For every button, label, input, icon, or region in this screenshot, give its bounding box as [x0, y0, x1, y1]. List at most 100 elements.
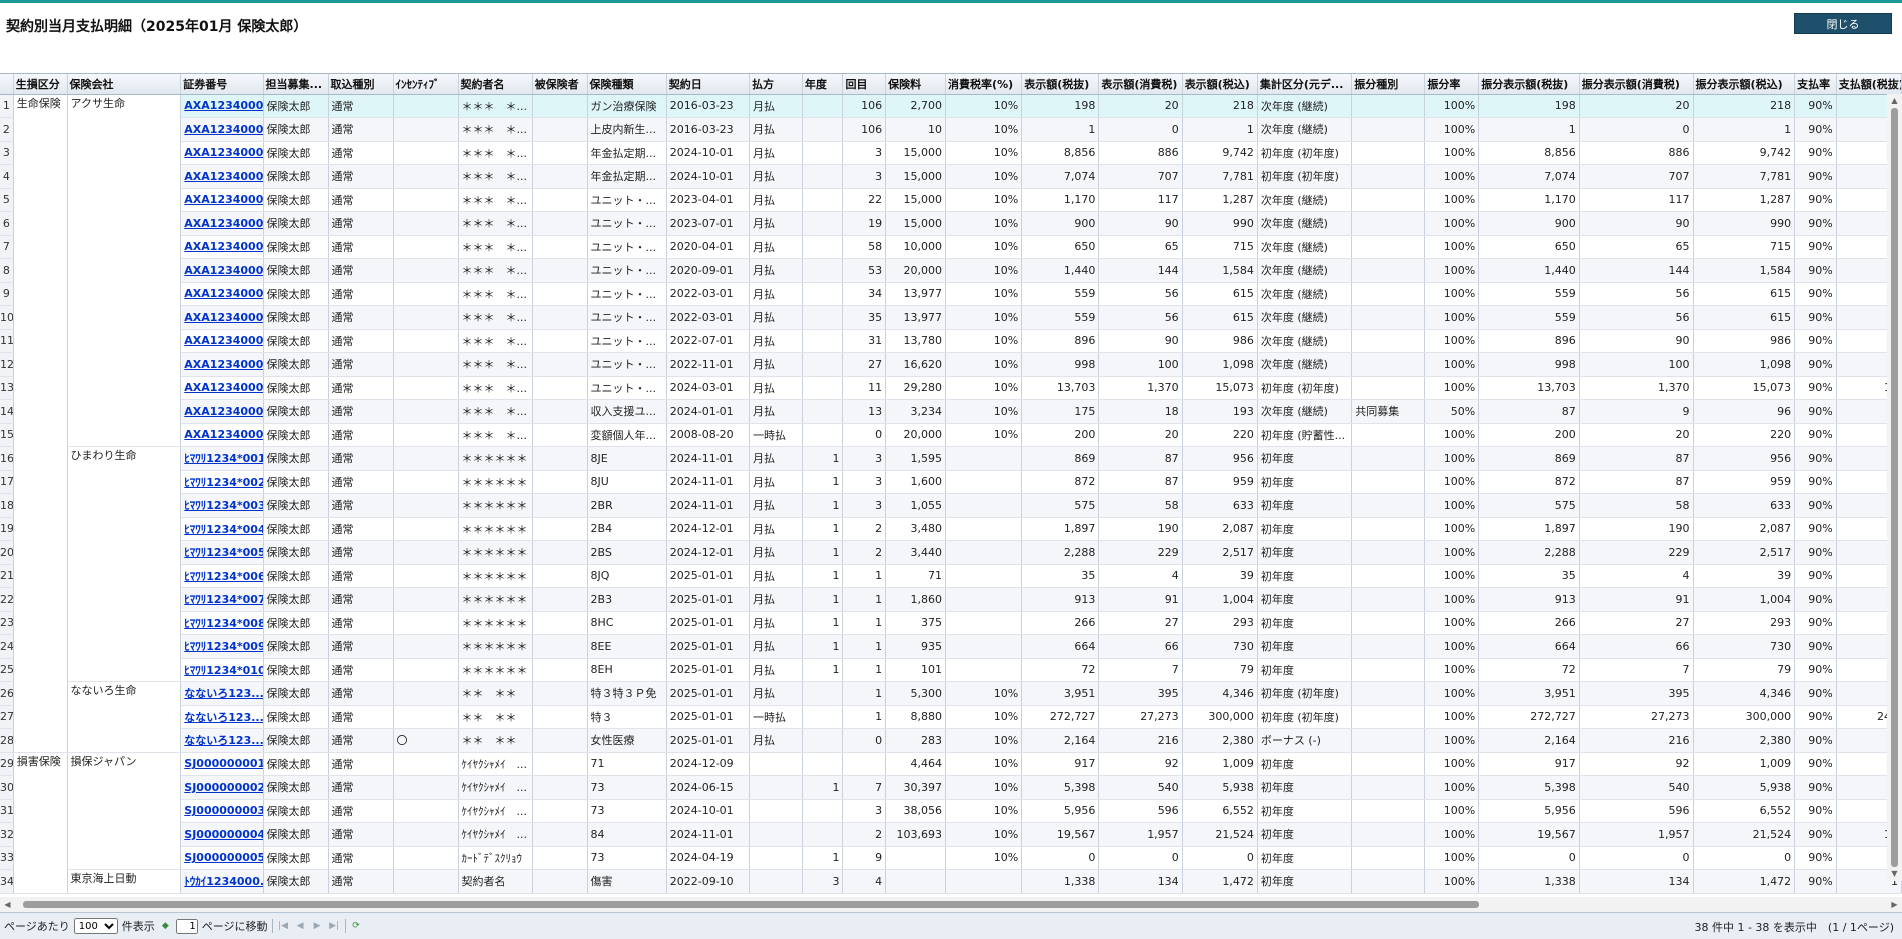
table-row[interactable]: 11 AXA123400011保険太郎通常 ＊＊＊ ＊... ユニット・...2022…	[0, 329, 1902, 353]
table-row[interactable]: 32 SJ000000004 保険太郎 通常 ｹｲﾔｸｼｬﾒｲ ... 84 2024-11…	[0, 822, 1902, 847]
column-header[interactable]: 保険料	[885, 74, 947, 95]
table-row[interactable]: 3 AXA123400003保険太郎通常 ＊＊＊ ＊... 年金払定期...2024-…	[0, 141, 1902, 165]
column-header[interactable]: 被保険者	[532, 74, 588, 95]
column-header[interactable]: 回目	[842, 74, 887, 95]
column-header[interactable]: 支払率	[1794, 74, 1837, 95]
policy-number-link[interactable]: SJ000000005	[184, 851, 262, 864]
table-row[interactable]: 2 AXA123400002保険太郎通常 ＊＊＊ ＊... 上皮内新生...2016-…	[0, 117, 1902, 142]
refresh-icon[interactable]: ⟳	[350, 920, 363, 933]
table-row[interactable]: 31 SJ000000003 保険太郎 通常 ｹｲﾔｸｼｬﾒｲ ... 73 2024-10…	[0, 799, 1902, 823]
column-header[interactable]: 年度	[802, 74, 844, 95]
policy-number-link[interactable]: ﾋﾏﾜﾘ1234*009	[184, 640, 262, 653]
horizontal-scroll-thumb[interactable]	[23, 901, 1479, 908]
table-row[interactable]: 27 なないろ123... 保険太郎 通常 ＊＊ ＊＊ 特３ 2025-01-01 一時払 1 8…	[0, 705, 1902, 729]
next-page-icon[interactable]: ▶	[311, 920, 324, 933]
policy-number-link[interactable]: ﾋﾏﾜﾘ1234*007	[184, 593, 262, 606]
column-header[interactable]: 取込種別	[328, 74, 394, 95]
table-row[interactable]: 30 SJ000000002 保険太郎 通常 ｹｲﾔｸｼｬﾒｲ ... 73 2024-06…	[0, 775, 1902, 800]
policy-number-link[interactable]: ﾋﾏﾜﾘ1234*004	[184, 523, 262, 536]
vertical-scroll-thumb[interactable]	[1891, 108, 1898, 867]
policy-number-link[interactable]: SJ000000003	[184, 804, 262, 817]
table-row[interactable]: 34 東京海上日動ﾄｳｶｲ1234000...保険太郎通常 契約者名 傷害2022-0…	[0, 869, 1902, 894]
policy-number-link[interactable]: なないろ123...	[184, 711, 262, 724]
column-header[interactable]: 集計区分(元デ...	[1257, 74, 1353, 95]
policy-number-link[interactable]: なないろ123...	[184, 687, 262, 700]
table-row[interactable]: 29 損害保険 損保ジャパン SJ000000001 保険太郎 通常 ｹｲﾔｸｼｬﾒｲ ..…	[0, 752, 1902, 894]
column-header[interactable]: 振分率	[1424, 74, 1480, 95]
policy-number-link[interactable]: SJ000000002	[184, 781, 262, 794]
column-header[interactable]: 担当募集...	[263, 74, 329, 95]
policy-number-link[interactable]: AXA123400012	[184, 358, 262, 371]
policy-number-link[interactable]: AXA123400015	[184, 428, 262, 441]
policy-number-link[interactable]: ﾋﾏﾜﾘ1234*006	[184, 570, 262, 583]
policy-number-link[interactable]: AXA123400011	[184, 334, 262, 347]
table-row[interactable]: 16 ひまわり生命 ﾋﾏﾜﾘ1234*001 保険太郎 通常 ＊＊＊＊＊＊ 8JE 2024-…	[0, 446, 1902, 682]
policy-number-link[interactable]: AXA123400014	[184, 405, 262, 418]
policy-number-link[interactable]: SJ000000004	[184, 828, 262, 841]
policy-number-link[interactable]: AXA123400009	[184, 287, 262, 300]
column-header[interactable]: 生損区分	[13, 74, 68, 95]
policy-number-link[interactable]: AXA123400004	[184, 170, 262, 183]
policy-number-link[interactable]: SJ000000001	[184, 757, 262, 770]
table-row[interactable]: 6 AXA123400006保険太郎通常 ＊＊＊ ＊... ユニット・...2023-…	[0, 211, 1902, 236]
column-header[interactable]: ｲﾝｾﾝﾃｨﾌﾞ	[393, 74, 459, 95]
scroll-right-icon[interactable]: ▶	[1887, 897, 1902, 912]
column-header[interactable]: 支払額(税抜)	[1836, 74, 1902, 95]
policy-number-link[interactable]: AXA123400003	[184, 146, 262, 159]
last-page-icon[interactable]: ▶|	[328, 920, 341, 933]
policy-number-link[interactable]: ﾋﾏﾜﾘ1234*002	[184, 476, 262, 489]
column-header[interactable]: 振分表示額(消費税)	[1579, 74, 1694, 95]
policy-number-link[interactable]: AXA123400002	[184, 123, 262, 136]
table-row[interactable]: 20 ﾋﾏﾜﾘ1234*005 保険太郎 通常 ＊＊＊＊＊＊ 2BS 2024-12-01 月…	[0, 540, 1902, 565]
table-row[interactable]: 12 AXA123400012保険太郎通常 ＊＊＊ ＊... ユニット・...2022…	[0, 352, 1902, 377]
policy-number-link[interactable]: ﾋﾏﾜﾘ1234*005	[184, 546, 262, 559]
table-row[interactable]: 8 AXA123400008保険太郎通常 ＊＊＊ ＊... ユニット・...2020-…	[0, 258, 1902, 283]
column-header[interactable]: 表示額(税込)	[1182, 74, 1258, 95]
policy-number-link[interactable]: AXA123400005	[184, 193, 262, 206]
table-row[interactable]: 19 ﾋﾏﾜﾘ1234*004 保険太郎 通常 ＊＊＊＊＊＊ 2B4 2024-12-01 月…	[0, 517, 1902, 541]
table-row[interactable]: 21 ﾋﾏﾜﾘ1234*006 保険太郎 通常 ＊＊＊＊＊＊ 8JQ 2025-01-01 月…	[0, 564, 1902, 588]
table-row[interactable]: 4 AXA123400004保険太郎通常 ＊＊＊ ＊... 年金払定期...2024-…	[0, 164, 1902, 189]
table-row[interactable]: 17 ﾋﾏﾜﾘ1234*002 保険太郎 通常 ＊＊＊＊＊＊ 8JU 2024-11-01 月…	[0, 470, 1902, 494]
page-number-input[interactable]	[175, 918, 198, 934]
table-row[interactable]: 10 AXA123400010保険太郎通常 ＊＊＊ ＊... ユニット・...2022…	[0, 305, 1902, 330]
table-row[interactable]: 14 AXA123400014保険太郎通常 ＊＊＊ ＊... 収入支援ユ...2024…	[0, 399, 1902, 424]
policy-number-link[interactable]: なないろ123...	[184, 734, 262, 747]
policy-number-link[interactable]: AXA123400010	[184, 311, 262, 324]
table-row[interactable]: 18 ﾋﾏﾜﾘ1234*003 保険太郎 通常 ＊＊＊＊＊＊ 2BR 2024-11-01 月…	[0, 493, 1902, 518]
column-header[interactable]: 振分表示額(税抜)	[1478, 74, 1580, 95]
column-header[interactable]: 保険会社	[67, 74, 182, 95]
policy-number-link[interactable]: ﾋﾏﾜﾘ1234*008	[184, 617, 262, 630]
column-header[interactable]: 契約者名	[458, 74, 533, 95]
policy-number-link[interactable]: ﾋﾏﾜﾘ1234*001	[184, 452, 262, 465]
horizontal-scrollbar[interactable]: ◀ ▶	[0, 897, 1902, 912]
table-row[interactable]: 15 AXA123400015保険太郎通常 ＊＊＊ ＊... 変額個人年...2008…	[0, 423, 1902, 447]
table-row[interactable]: 24 ﾋﾏﾜﾘ1234*009 保険太郎 通常 ＊＊＊＊＊＊ 8EE 2025-01-01 月…	[0, 634, 1902, 659]
table-row[interactable]: 22 ﾋﾏﾜﾘ1234*007 保険太郎 通常 ＊＊＊＊＊＊ 2B3 2025-01-01 月…	[0, 587, 1902, 612]
column-header[interactable]: 契約日	[666, 74, 751, 95]
table-row[interactable]: 7 AXA123400007保険太郎通常 ＊＊＊ ＊... ユニット・...2020-…	[0, 235, 1902, 259]
table-row[interactable]: 5 AXA123400005保険太郎通常 ＊＊＊ ＊... ユニット・...2023-…	[0, 188, 1902, 212]
table-row[interactable]: 1生命保険アクサ生命AXA123400001保険太郎通常＊＊＊ ＊...ガン治療…	[0, 94, 1902, 753]
per-page-select[interactable]: 100	[73, 918, 118, 934]
scroll-left-icon[interactable]: ◀	[0, 897, 15, 912]
policy-number-link[interactable]: AXA123400007	[184, 240, 262, 253]
column-header[interactable]: 証券番号	[180, 74, 264, 95]
policy-number-link[interactable]: ﾋﾏﾜﾘ1234*010	[184, 664, 262, 677]
policy-number-link[interactable]: ﾄｳｶｲ1234000...	[184, 875, 262, 888]
table-row[interactable]: 25 ﾋﾏﾜﾘ1234*010 保険太郎 通常 ＊＊＊＊＊＊ 8EH 2025-01-01 月…	[0, 658, 1902, 682]
column-header[interactable]: 振分種別	[1351, 74, 1426, 95]
close-button[interactable]: 閉じる	[1794, 13, 1892, 34]
prev-page-icon[interactable]: ◀	[294, 920, 307, 933]
column-header[interactable]: 払方	[749, 74, 803, 95]
go-arrow-icon[interactable]: ◆	[159, 920, 172, 933]
first-page-icon[interactable]: |◀	[277, 920, 290, 933]
scroll-down-icon[interactable]: ▼	[1887, 867, 1902, 881]
column-header[interactable]: 振分表示額(税込)	[1693, 74, 1796, 95]
column-header[interactable]: 表示額(消費税)	[1098, 74, 1183, 95]
policy-number-link[interactable]: ﾋﾏﾜﾘ1234*003	[184, 499, 262, 512]
policy-number-link[interactable]: AXA123400013	[184, 381, 262, 394]
column-header[interactable]: 表示額(税抜)	[1021, 74, 1100, 95]
column-header[interactable]: 消費税率(%)	[945, 74, 1023, 95]
table-row[interactable]: 13 AXA123400013保険太郎通常 ＊＊＊ ＊... ユニット・...2024…	[0, 376, 1902, 400]
